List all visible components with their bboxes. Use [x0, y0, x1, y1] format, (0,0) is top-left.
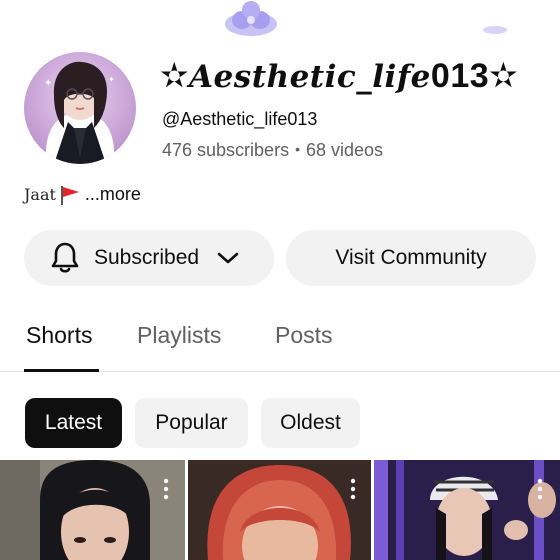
short-thumbnail[interactable]: [0, 460, 185, 560]
channel-handle: @Aesthetic_life013: [162, 109, 318, 129]
visit-community-button[interactable]: Visit Community: [286, 230, 536, 286]
tab-playlists[interactable]: Playlists: [137, 322, 221, 349]
short-thumbnail-image: [188, 460, 371, 560]
filter-chip-popular[interactable]: Popular: [135, 398, 248, 448]
avatar-image: ✦ ✦: [24, 52, 136, 164]
more-vert-icon[interactable]: [163, 478, 169, 500]
short-thumbnail[interactable]: [188, 460, 371, 560]
channel-title: ✫Aesthetic_life013✫: [160, 56, 518, 96]
title-script-text: Aesthetic_life: [189, 59, 431, 95]
description-text: Jaat: [24, 185, 56, 204]
title-suffix-star: ✫: [489, 57, 519, 95]
bell-icon: [51, 242, 79, 273]
title-prefix-star: ✫: [160, 57, 189, 95]
short-thumbnail-image: [374, 460, 560, 560]
visit-community-label: Visit Community: [335, 246, 487, 269]
subscriber-count: 476 subscribers: [162, 140, 290, 160]
svg-text:✦: ✦: [108, 75, 115, 84]
chevron-down-icon: [217, 252, 239, 264]
channel-banner: [0, 0, 560, 40]
filter-chip-latest[interactable]: Latest: [25, 398, 122, 448]
short-thumbnail[interactable]: [374, 460, 560, 560]
channel-stats: 476 subscribers • 68 videos: [162, 140, 383, 161]
svg-text:✦: ✦: [44, 78, 52, 89]
channel-avatar[interactable]: ✦ ✦: [24, 52, 136, 164]
banner-speck-decoration: [483, 26, 507, 34]
tab-shorts[interactable]: Shorts: [26, 322, 92, 349]
title-digits: 013: [430, 57, 490, 95]
channel-description[interactable]: Jaat ...more: [24, 184, 141, 205]
more-vert-icon[interactable]: [537, 478, 543, 500]
subscribed-label: Subscribed: [94, 246, 200, 269]
red-flag-icon: [60, 185, 79, 205]
tab-posts[interactable]: Posts: [275, 322, 333, 349]
description-more-link[interactable]: ...more: [85, 184, 141, 205]
active-tab-indicator: [24, 369, 99, 372]
channel-tabs: Shorts Playlists Posts: [0, 318, 560, 372]
more-vert-icon[interactable]: [350, 478, 356, 500]
banner-flower-decoration: [225, 1, 277, 36]
short-thumbnail-image: [0, 460, 185, 560]
subscribed-button[interactable]: Subscribed: [24, 230, 274, 286]
filter-chip-oldest[interactable]: Oldest: [261, 398, 360, 448]
video-count: 68 videos: [305, 140, 384, 160]
stats-separator: •: [295, 141, 300, 157]
